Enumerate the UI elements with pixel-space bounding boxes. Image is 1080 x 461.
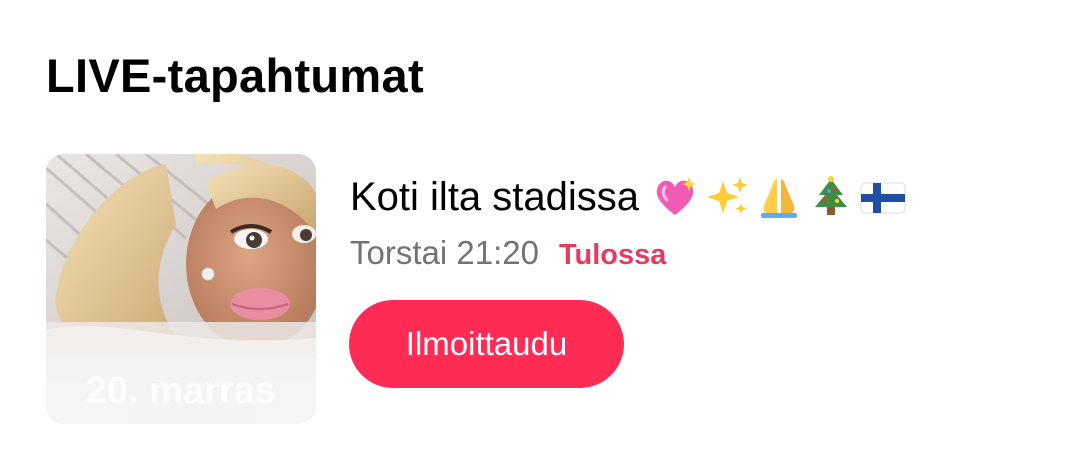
event-title: Koti ilta stadissa (350, 175, 640, 219)
christmas-tree-icon (815, 176, 848, 215)
register-button[interactable]: Ilmoittaudu (349, 300, 624, 388)
event-status-label: Tulossa (558, 239, 667, 271)
event-time: Torstai 21:20 (350, 234, 539, 271)
event-meta: Torstai 21:20 Tulossa (350, 234, 666, 272)
event-thumbnail[interactable]: 20. marras (46, 154, 316, 424)
host-photo (46, 154, 316, 358)
event-date-label: 20. marras (46, 358, 316, 424)
folded-hands-icon (761, 179, 798, 218)
event-title-row[interactable]: Koti ilta stadissa (350, 172, 907, 222)
section-title: LIVE-tapahtumat (46, 49, 424, 102)
live-event-card[interactable]: 20. marras Koti ilta stadissa Torstai 21… (0, 150, 1080, 430)
sparkling-heart-icon (656, 177, 697, 215)
title-emojis (651, 173, 907, 221)
finland-flag-icon (860, 182, 906, 214)
sparkles-icon (707, 177, 749, 214)
